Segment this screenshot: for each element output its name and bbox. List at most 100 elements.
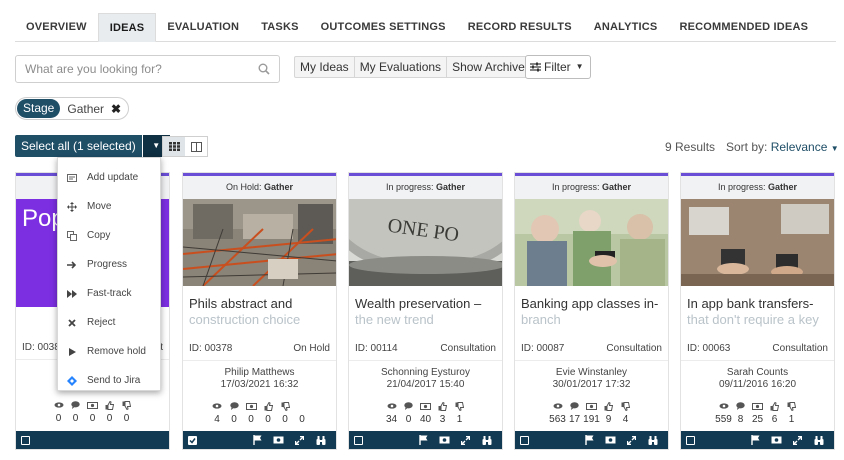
- search-icon[interactable]: [258, 63, 270, 75]
- flag-icon[interactable]: [247, 435, 268, 445]
- tab-outcomes-settings[interactable]: OUTCOMES SETTINGS: [310, 13, 457, 42]
- card-meta: ID: 00063 Consultation: [681, 339, 834, 361]
- my-ideas-button[interactable]: My Ideas: [295, 57, 355, 77]
- flag-icon[interactable]: [413, 435, 434, 445]
- card-image: [183, 199, 336, 286]
- tab-ideas[interactable]: IDEAS: [97, 13, 157, 42]
- column-view-button[interactable]: [185, 137, 207, 156]
- card-status: In progress: Gather: [681, 176, 834, 199]
- card-footer: [515, 431, 668, 449]
- select-all-button[interactable]: Select all (1 selected): [15, 135, 142, 157]
- card-title[interactable]: Phils abstract and construction choice: [183, 286, 336, 339]
- binoculars-icon[interactable]: [808, 435, 829, 445]
- filter-label: Filter: [544, 60, 571, 74]
- show-archived-button[interactable]: Show Archived: [447, 57, 536, 77]
- menu-item-move[interactable]: Move: [58, 192, 160, 221]
- card-footer: [349, 431, 502, 449]
- money-icon[interactable]: [766, 436, 787, 444]
- card-meta: ID: 00378 On Hold: [183, 339, 336, 361]
- card-image: ONE PO: [349, 199, 502, 286]
- money-icon[interactable]: [434, 436, 455, 444]
- tab-evaluation[interactable]: EVALUATION: [156, 13, 250, 42]
- thumbs-up-icon: [766, 401, 783, 411]
- card-id: ID: 00114: [355, 343, 398, 354]
- search-box: [15, 55, 280, 83]
- eye-icon: [50, 400, 67, 410]
- comment-icon: [226, 401, 243, 411]
- my-evaluations-button[interactable]: My Evaluations: [355, 57, 448, 77]
- coins-image: ONE PO: [349, 199, 502, 286]
- card-meta: ID: 00114 Consultation: [349, 339, 502, 361]
- move-icon: [67, 201, 77, 212]
- search-input[interactable]: [16, 56, 246, 82]
- sliders-icon: [530, 62, 541, 72]
- menu-item-remove-hold[interactable]: Remove hold: [58, 337, 160, 366]
- stage-filter-value: Gather: [67, 101, 105, 116]
- tab-analytics[interactable]: ANALYTICS: [583, 13, 669, 42]
- thumbs-down-icon: [451, 401, 468, 411]
- expand-icon[interactable]: [289, 435, 310, 445]
- card-select-checkbox[interactable]: [188, 435, 197, 445]
- select-all-control: Select all (1 selected) ▼: [15, 135, 170, 157]
- money-icon[interactable]: [600, 436, 621, 444]
- binoculars-icon[interactable]: [476, 435, 497, 445]
- tab-tasks[interactable]: TASKS: [250, 13, 309, 42]
- card-title[interactable]: Banking app classes in-branch: [515, 286, 668, 339]
- card-stats: 0 0 0 0 0: [16, 400, 169, 424]
- money-icon[interactable]: [268, 436, 289, 444]
- idea-card[interactable]: In progress: Gather In app bank transfer…: [680, 172, 835, 450]
- caret-down-icon: ▼: [830, 144, 839, 153]
- menu-item-progress[interactable]: Progress: [58, 250, 160, 279]
- tab-overview[interactable]: OVERVIEW: [15, 13, 98, 42]
- sort-value: Relevance: [770, 140, 828, 154]
- caret-down-icon: ▼: [152, 141, 161, 150]
- comment-icon: [400, 401, 417, 411]
- card-select-checkbox[interactable]: [354, 435, 363, 445]
- flag-icon[interactable]: [579, 435, 600, 445]
- comments-stat: 17: [566, 401, 583, 425]
- thumbs-up-icon: [600, 401, 617, 411]
- thumbs-down-icon: [617, 401, 634, 411]
- card-author: Evie Winstanley 30/01/2017 17:32: [515, 367, 668, 391]
- copy-icon: [67, 230, 77, 241]
- idea-card[interactable]: In progress: Gather ONE PO Wealth preser…: [348, 172, 503, 450]
- thumbs-up-icon: [434, 401, 451, 411]
- binoculars-icon[interactable]: [642, 435, 663, 445]
- menu-item-send-to-jira[interactable]: Send to Jira: [58, 366, 160, 395]
- idea-card[interactable]: On Hold: Gather Phils abstract and constr…: [182, 172, 337, 450]
- card-type: On Hold: [293, 343, 330, 354]
- close-icon[interactable]: ✖: [111, 102, 121, 116]
- filter-button[interactable]: Filter ▼: [525, 55, 591, 79]
- card-image: [515, 199, 668, 286]
- seniors-with-phones-image: [515, 199, 668, 286]
- expand-icon[interactable]: [787, 435, 808, 445]
- menu-item-add-update[interactable]: Add update: [58, 163, 160, 192]
- expand-icon[interactable]: [621, 435, 642, 445]
- tab-recommended-ideas[interactable]: RECOMMENDED IDEAS: [668, 13, 819, 42]
- card-select-checkbox[interactable]: [520, 435, 529, 445]
- chevron-down-icon: ▼: [575, 62, 584, 71]
- card-type: Consultation: [606, 343, 662, 354]
- menu-item-fast-track[interactable]: Fast-track: [58, 279, 160, 308]
- menu-item-copy[interactable]: Copy: [58, 221, 160, 250]
- views-stat: 4: [209, 401, 226, 425]
- card-select-checkbox[interactable]: [21, 435, 30, 445]
- tab-record-results[interactable]: RECORD RESULTS: [457, 13, 583, 42]
- thumbs-down-icon: [783, 401, 800, 411]
- menu-item-reject[interactable]: Reject: [58, 308, 160, 337]
- sort-dropdown[interactable]: Sort by: Relevance ▼: [726, 140, 839, 154]
- thumbs-up-icon: [101, 400, 118, 410]
- idea-card[interactable]: In progress: Gather Banking app classes …: [514, 172, 669, 450]
- card-select-checkbox[interactable]: [686, 435, 695, 445]
- card-date: 09/11/2016 16:20: [718, 379, 797, 390]
- card-title[interactable]: In app bank transfers-that don't require…: [681, 286, 834, 339]
- card-title[interactable]: Wealth preservation – the new trend: [349, 286, 502, 339]
- grid-view-button[interactable]: [163, 137, 185, 156]
- sort-label: Sort by:: [726, 140, 768, 154]
- money-icon: [583, 401, 600, 411]
- flag-icon[interactable]: [745, 435, 766, 445]
- jira-icon: [67, 375, 77, 386]
- columns-icon: [190, 141, 202, 152]
- binoculars-icon[interactable]: [310, 435, 331, 445]
- expand-icon[interactable]: [455, 435, 476, 445]
